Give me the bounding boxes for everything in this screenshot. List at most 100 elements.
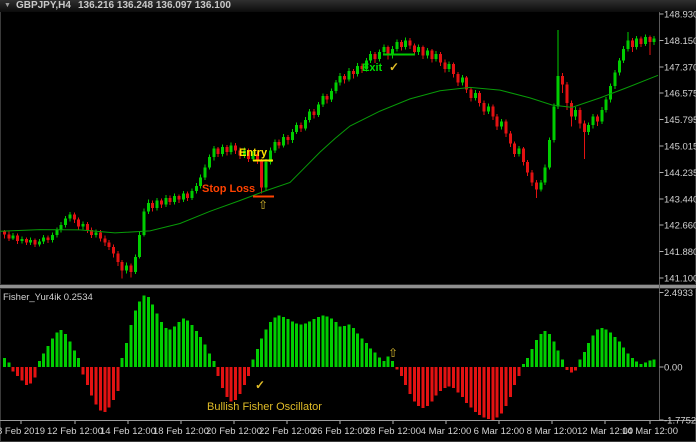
price-axis-label: 143.440 — [664, 194, 696, 205]
candle — [313, 111, 316, 114]
oscillator-bar — [129, 325, 132, 367]
time-axis-separator — [0, 420, 696, 421]
candle — [7, 234, 10, 238]
oscillator-bar — [452, 367, 455, 388]
candle — [334, 83, 337, 91]
candle — [596, 117, 599, 122]
oscillator-bar — [382, 361, 385, 367]
time-axis-label[interactable]: 28 Feb 12:00 — [365, 426, 421, 437]
candle — [286, 137, 289, 140]
time-axis-label[interactable]: 14 Mar 12:00 — [622, 426, 678, 437]
panel-separator[interactable] — [0, 285, 696, 288]
candle — [369, 54, 372, 61]
time-axis-label[interactable]: 20 Feb 12:00 — [206, 426, 262, 437]
oscillator-bar — [95, 367, 98, 404]
time-axis-label[interactable]: 22 Feb 12:00 — [259, 426, 315, 437]
price-axis-label: 142.660 — [664, 221, 696, 232]
time-axis-label[interactable]: 12 Feb 12:00 — [47, 426, 103, 437]
oscillator-bar — [509, 367, 512, 397]
time-axis-label[interactable]: 8 Feb 2019 — [0, 426, 45, 437]
candle — [653, 39, 656, 42]
oscillator-bar — [295, 324, 298, 367]
panel-separator-edge[interactable] — [0, 288, 696, 289]
candle — [134, 257, 137, 272]
candle — [204, 167, 207, 177]
candle — [299, 125, 302, 128]
oscillator-bar — [443, 367, 446, 388]
oscillator-bar — [199, 337, 202, 367]
oscillator-bar — [51, 339, 54, 367]
oscillator-bar — [461, 367, 464, 397]
oscillator-bar — [413, 367, 416, 401]
oscillator-bar — [304, 324, 307, 367]
oscillator-bar — [522, 364, 525, 367]
candle — [273, 142, 276, 150]
oscillator-bar — [400, 367, 403, 376]
oscillator-bar — [134, 310, 137, 367]
oscillator-bar — [570, 367, 573, 372]
time-axis-label[interactable]: 4 Mar 12:00 — [421, 426, 472, 437]
oscillator-bar — [583, 352, 586, 367]
candle — [3, 232, 6, 235]
oscillator-bar — [38, 361, 41, 367]
oscillator-bar — [90, 367, 93, 395]
time-axis-label[interactable]: 26 Feb 12:00 — [312, 426, 368, 437]
candle — [195, 186, 198, 191]
time-axis-label[interactable]: 18 Feb 12:00 — [153, 426, 209, 437]
panel-separator-edge[interactable] — [0, 284, 696, 285]
oscillator-bar — [352, 328, 355, 367]
candle — [640, 39, 643, 44]
oscillator-bar — [230, 367, 233, 401]
candle — [343, 76, 346, 79]
oscillator-arrow: ⇧ — [388, 346, 398, 360]
oscillator-bar — [190, 325, 193, 367]
candle — [426, 51, 429, 56]
candle — [600, 110, 603, 122]
candle — [395, 42, 398, 49]
price-axis-label: 148.930 — [664, 10, 696, 21]
price-axis-label: 147.370 — [664, 62, 696, 73]
candle — [16, 236, 19, 241]
oscillator-bar — [156, 313, 159, 367]
time-axis-label[interactable]: 14 Feb 12:00 — [100, 426, 156, 437]
time-axis-label[interactable]: 8 Mar 12:00 — [527, 426, 578, 437]
oscillator-bar — [408, 367, 411, 394]
oscillator-bar — [204, 345, 207, 367]
candle — [173, 196, 176, 202]
oscillator-bar — [347, 325, 350, 367]
oscillator-bar — [20, 367, 23, 380]
oscillator-bar — [217, 367, 220, 376]
candle — [504, 122, 507, 134]
oscillator-bar — [173, 327, 176, 367]
oscillator-bar — [470, 367, 473, 407]
oscillator-bar — [260, 339, 263, 367]
time-axis-label[interactable]: 6 Mar 12:00 — [474, 426, 525, 437]
oscillator-bar — [77, 358, 80, 367]
chart-canvas[interactable]: 148.930148.150147.370146.575145.795145.0… — [0, 0, 696, 442]
oscillator-bar — [422, 367, 425, 408]
candle — [208, 157, 211, 167]
candle — [64, 219, 67, 225]
oscillator-bar — [330, 319, 333, 367]
oscillator-bar — [273, 318, 276, 367]
candle — [609, 86, 612, 100]
candle — [278, 142, 281, 145]
price-axis-label: 141.100 — [664, 274, 696, 285]
candle — [648, 37, 651, 42]
oscillator-bar — [596, 330, 599, 367]
oscillator-bar — [299, 325, 302, 367]
oscillator-bar — [622, 348, 625, 367]
candle — [95, 232, 98, 235]
oscillator-bar — [64, 334, 67, 367]
candle — [73, 215, 76, 220]
candle — [282, 137, 285, 145]
oscillator-bar — [221, 367, 224, 388]
candle — [378, 52, 381, 59]
oscillator-bar — [186, 321, 189, 367]
candle — [234, 145, 237, 150]
candle — [470, 89, 473, 97]
candle — [565, 84, 568, 103]
candle — [448, 64, 451, 69]
candle — [548, 140, 551, 167]
candle — [422, 47, 425, 55]
